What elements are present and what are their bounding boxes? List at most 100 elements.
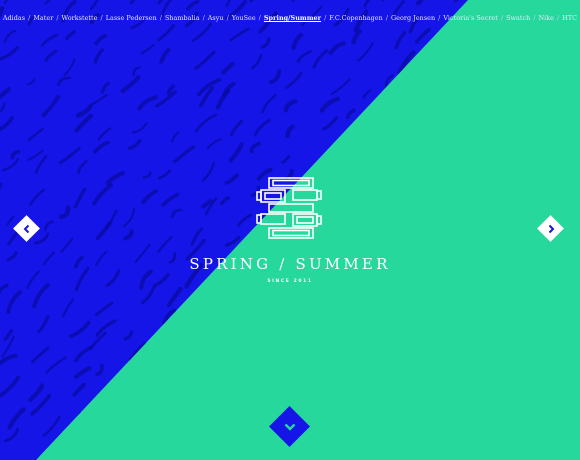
brush-stroke [328, 371, 341, 384]
brush-stroke [321, 378, 337, 399]
brush-stroke [451, 426, 468, 448]
nav-link-yousee[interactable]: YouSee [232, 14, 256, 22]
brush-stroke [73, 187, 87, 209]
brush-stroke [322, 116, 338, 131]
brush-stroke [482, 105, 493, 113]
brush-stroke [194, 50, 216, 70]
brush-stroke [28, 383, 45, 402]
nav-link-htc[interactable]: HTC [562, 14, 577, 22]
nav-link-georg-jensen[interactable]: Georg Jensen [391, 14, 435, 22]
brush-stroke [427, 115, 440, 132]
brush-stroke [97, 127, 112, 141]
brush-stroke [418, 394, 430, 404]
nav-separator: / [438, 14, 441, 22]
brush-stroke [27, 77, 36, 86]
chevron-left-icon [23, 224, 29, 233]
brush-stroke [74, 113, 94, 133]
brush-stroke [10, 149, 21, 160]
brush-stroke [166, 84, 175, 96]
brush-stroke [479, 339, 486, 347]
brush-stroke [423, 136, 446, 156]
brush-stroke [419, 153, 442, 176]
brush-stroke [328, 41, 346, 55]
brush-stroke [0, 87, 11, 100]
brush-stroke [324, 322, 336, 333]
nav-link-lasse-pedersen[interactable]: Lasse Pedersen [106, 14, 157, 22]
previous-project-button[interactable] [13, 215, 40, 242]
brush-stroke [229, 27, 250, 42]
nav-link-nike[interactable]: Nike [539, 14, 555, 22]
brush-stroke [353, 150, 373, 166]
brush-stroke [142, 171, 152, 179]
nav-link-asyu[interactable]: Asyu [208, 14, 224, 22]
brush-stroke [72, 382, 86, 397]
nav-link-workstette[interactable]: Workstette [62, 14, 98, 22]
brush-stroke [123, 330, 133, 341]
brush-stroke [59, 205, 71, 220]
brush-stroke [295, 452, 303, 460]
brush-stroke [34, 232, 50, 245]
chevron-down-icon [284, 423, 295, 431]
hero-subtitle: SINCE 2011 [267, 279, 313, 284]
nav-link-spring-summer[interactable]: Spring/Summer [264, 14, 321, 22]
brush-stroke [224, 235, 241, 247]
next-project-button[interactable] [537, 215, 564, 242]
brush-stroke [413, 220, 435, 240]
brush-stroke [295, 375, 311, 400]
brush-stroke [346, 108, 356, 119]
brush-stroke [445, 321, 460, 338]
nav-link-victoria-s-secret[interactable]: Victoria's Secret [443, 14, 498, 22]
brush-stroke [255, 298, 264, 312]
brush-stroke [486, 390, 496, 401]
brush-stroke [202, 290, 228, 310]
nav-separator: / [28, 14, 31, 22]
nav-separator: / [533, 14, 536, 22]
brush-stroke [31, 346, 50, 364]
brush-stroke [458, 348, 468, 362]
nav-separator: / [500, 14, 504, 22]
nav-link-swatch[interactable]: Swatch [506, 14, 530, 22]
brush-stroke [157, 235, 173, 253]
brush-stroke [122, 421, 137, 436]
brush-stroke [357, 42, 374, 62]
brush-stroke [428, 443, 446, 460]
brush-stroke [299, 280, 310, 296]
brush-stroke [44, 49, 58, 62]
brush-stroke [171, 131, 180, 143]
brush-stroke [230, 119, 244, 137]
nav-separator: / [226, 14, 229, 22]
nav-link-adidas[interactable]: Adidas [3, 14, 25, 22]
brush-stroke [316, 440, 327, 450]
brush-stroke [421, 292, 432, 307]
brush-stroke [249, 0, 268, 3]
brush-stroke [140, 43, 155, 55]
brush-stroke [327, 149, 347, 165]
nav-link-f-c-copenhagen[interactable]: F.C.Copenhagen [329, 14, 383, 22]
brush-stroke [267, 338, 287, 359]
brush-stroke [382, 305, 399, 330]
brush-stroke [172, 145, 196, 164]
nav-separator: / [324, 14, 327, 22]
brush-stroke [490, 225, 504, 238]
nav-link-shambalia[interactable]: Shambalia [165, 14, 200, 22]
brush-stroke [89, 0, 106, 11]
brush-stroke [205, 319, 217, 332]
brush-stroke [120, 368, 130, 383]
brush-stroke [350, 406, 365, 425]
brush-stroke [474, 433, 487, 447]
scroll-down-button[interactable] [268, 405, 311, 448]
brush-stroke [378, 159, 390, 175]
brush-stroke [364, 359, 377, 373]
brush-stroke [461, 389, 468, 408]
brush-stroke [141, 189, 158, 204]
brush-stroke [357, 440, 377, 460]
brush-stroke [481, 169, 495, 181]
brush-stroke [456, 364, 467, 373]
brush-stroke [260, 37, 271, 49]
brush-stroke [129, 447, 138, 460]
brush-stroke [364, 415, 383, 438]
nav-link-mater[interactable]: Mater [33, 14, 53, 22]
nav-separator: / [159, 14, 162, 22]
brush-stroke [0, 46, 19, 62]
brush-stroke [396, 423, 411, 440]
